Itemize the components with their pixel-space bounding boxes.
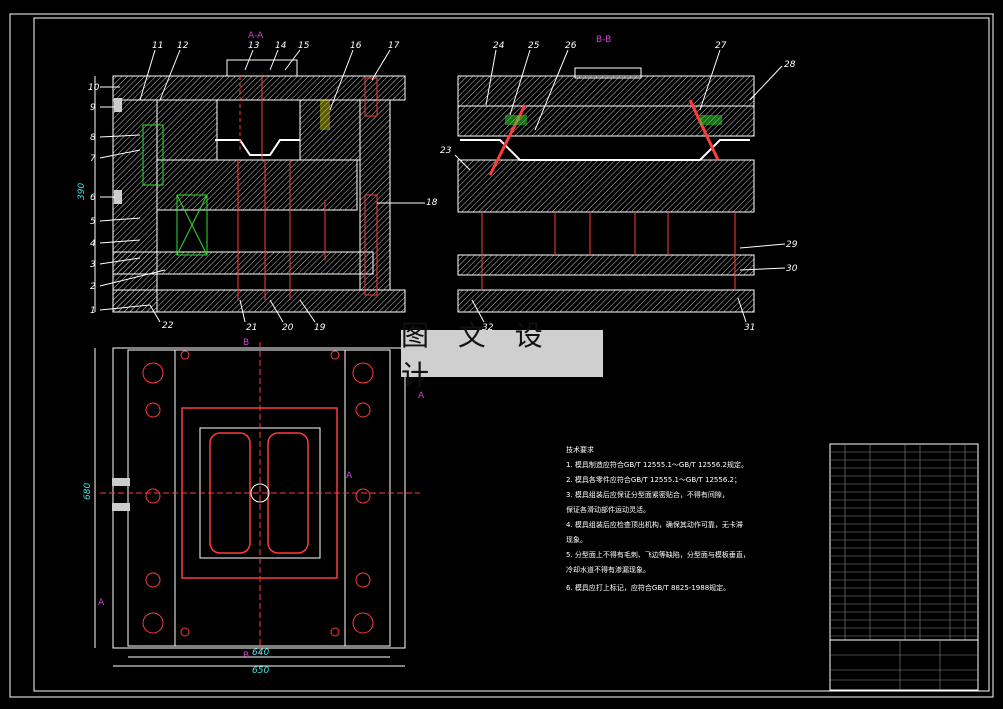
callout-15: 15 bbox=[298, 41, 310, 51]
dim-plan-height: 680 bbox=[83, 483, 93, 500]
callout-17: 17 bbox=[388, 41, 400, 51]
tech-note-4: 4. 模具组装后应检查顶出机构，确保其动作可靠，无卡滞 bbox=[566, 520, 743, 529]
callout-13: 13 bbox=[248, 41, 260, 51]
callout-2: 2 bbox=[90, 282, 96, 292]
callout-1: 1 bbox=[90, 306, 96, 316]
tech-note-2: 2. 模具各零件应符合GB/T 12555.1～GB/T 12556.2； bbox=[566, 475, 741, 484]
dim-plan-width-1: 640 bbox=[252, 648, 269, 658]
callout-19: 19 bbox=[314, 323, 326, 333]
section-mark-b-bottom: B bbox=[243, 651, 249, 661]
callout-21: 21 bbox=[246, 323, 257, 333]
section-bb-view bbox=[457, 67, 755, 313]
callout-22: 22 bbox=[162, 321, 174, 331]
callout-20: 20 bbox=[282, 323, 294, 333]
watermark: 图 文 设 计 bbox=[401, 319, 603, 392]
tech-note-5b: 冷却水道不得有渗漏现象。 bbox=[566, 565, 650, 574]
callout-4: 4 bbox=[90, 239, 96, 249]
tech-note-3: 3. 模具组装后应保证分型面紧密贴合，不得有间隙， bbox=[566, 490, 729, 499]
callout-12: 12 bbox=[177, 41, 189, 51]
plan-view bbox=[94, 342, 420, 667]
callout-7: 7 bbox=[90, 154, 96, 164]
parts-list-table bbox=[829, 443, 979, 691]
callout-5: 5 bbox=[90, 217, 96, 227]
tech-note-1: 1. 模具制造应符合GB/T 12555.1～GB/T 12556.2规定。 bbox=[566, 460, 748, 469]
callout-6: 6 bbox=[90, 193, 96, 203]
callout-24: 24 bbox=[493, 41, 505, 51]
section-mark-b-top: B bbox=[243, 338, 249, 348]
cad-drawing-canvas: A-A 1 2 3 4 5 6 7 8 9 10 11 12 13 14 15 … bbox=[0, 0, 1003, 709]
callout-29: 29 bbox=[786, 240, 798, 250]
dim-plan-width-2: 650 bbox=[252, 666, 269, 676]
callout-3: 3 bbox=[90, 260, 96, 270]
tech-note-4b: 现象。 bbox=[566, 535, 587, 544]
section-mark-a-right: A bbox=[346, 471, 353, 481]
callout-31: 31 bbox=[744, 323, 755, 333]
technical-notes: 技术要求 1. 模具制造应符合GB/T 12555.1～GB/T 12556.2… bbox=[566, 445, 750, 592]
tech-note-6: 6. 模具应打上标记，应符合GB/T 8825-1988规定。 bbox=[566, 583, 730, 592]
section-label-aa: A-A bbox=[248, 31, 264, 41]
table-line bbox=[829, 443, 979, 691]
callout-8: 8 bbox=[90, 133, 96, 143]
callout-28: 28 bbox=[784, 60, 796, 70]
callout-14: 14 bbox=[275, 41, 287, 51]
callout-25: 25 bbox=[528, 41, 540, 51]
tech-note-5: 5. 分型面上不得有毛刺、飞边等缺陷，分型面与模板垂直， bbox=[566, 550, 750, 559]
section-aa-view bbox=[94, 59, 406, 313]
callout-10: 10 bbox=[88, 83, 100, 93]
callout-18: 18 bbox=[426, 198, 438, 208]
callout-11: 11 bbox=[152, 41, 163, 51]
section-label-bb: B-B bbox=[596, 35, 611, 45]
callout-9: 9 bbox=[90, 103, 96, 113]
callout-27: 27 bbox=[715, 41, 727, 51]
tech-notes-title: 技术要求 bbox=[566, 445, 594, 454]
callout-26: 26 bbox=[565, 41, 577, 51]
callout-23: 23 bbox=[440, 146, 452, 156]
section-mark-a-bottom: A bbox=[98, 598, 105, 608]
callout-16: 16 bbox=[350, 41, 362, 51]
dim-left-height: 390 bbox=[77, 183, 87, 200]
tech-note-3b: 保证各滑动部件运动灵活。 bbox=[566, 505, 650, 514]
callout-30: 30 bbox=[786, 264, 798, 274]
